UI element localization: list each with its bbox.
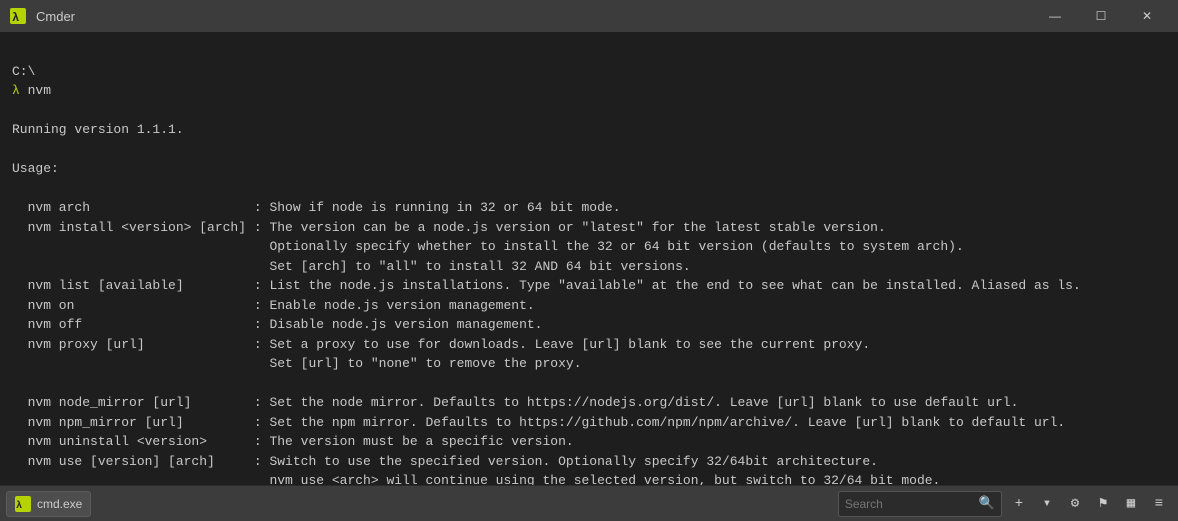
menu-button[interactable]: ≡ — [1146, 491, 1172, 517]
output-text: Running version 1.1.1. Usage: nvm arch :… — [12, 122, 1081, 485]
grid-button[interactable]: ▦ — [1118, 491, 1144, 517]
flag-button[interactable]: ⚑ — [1090, 491, 1116, 517]
path-line-1: C:\ — [12, 64, 35, 79]
taskbar-search-box[interactable]: 🔍 — [838, 491, 1002, 517]
settings-button[interactable]: ⚙ — [1062, 491, 1088, 517]
add-tab-button[interactable]: + — [1006, 491, 1032, 517]
window-controls: — ☐ ✕ — [1032, 0, 1170, 32]
cmd-icon: λ — [15, 496, 31, 512]
taskbar-item-label: cmd.exe — [37, 497, 82, 511]
window-title: Cmder — [36, 9, 1032, 24]
command-text: nvm — [28, 83, 51, 98]
search-input[interactable] — [845, 497, 975, 511]
taskbar-cmd-item[interactable]: λ cmd.exe — [6, 491, 91, 517]
svg-text:λ: λ — [16, 500, 22, 512]
maximize-button[interactable]: ☐ — [1078, 0, 1124, 32]
prompt-lambda: λ — [12, 83, 20, 98]
search-icon: 🔍 — [979, 496, 995, 511]
close-button[interactable]: ✕ — [1124, 0, 1170, 32]
svg-text:λ: λ — [12, 11, 19, 24]
titlebar: λ Cmder — ☐ ✕ — [0, 0, 1178, 32]
minimize-button[interactable]: — — [1032, 0, 1078, 32]
chevron-button[interactable]: ▾ — [1034, 491, 1060, 517]
terminal-output: C:\ λ nvm Running version 1.1.1. Usage: … — [0, 32, 1178, 485]
taskbar-right-controls: + ▾ ⚙ ⚑ ▦ ≡ — [1006, 491, 1172, 517]
app-icon: λ — [8, 6, 28, 26]
taskbar: λ cmd.exe 🔍 + ▾ ⚙ ⚑ ▦ ≡ — [0, 485, 1178, 521]
